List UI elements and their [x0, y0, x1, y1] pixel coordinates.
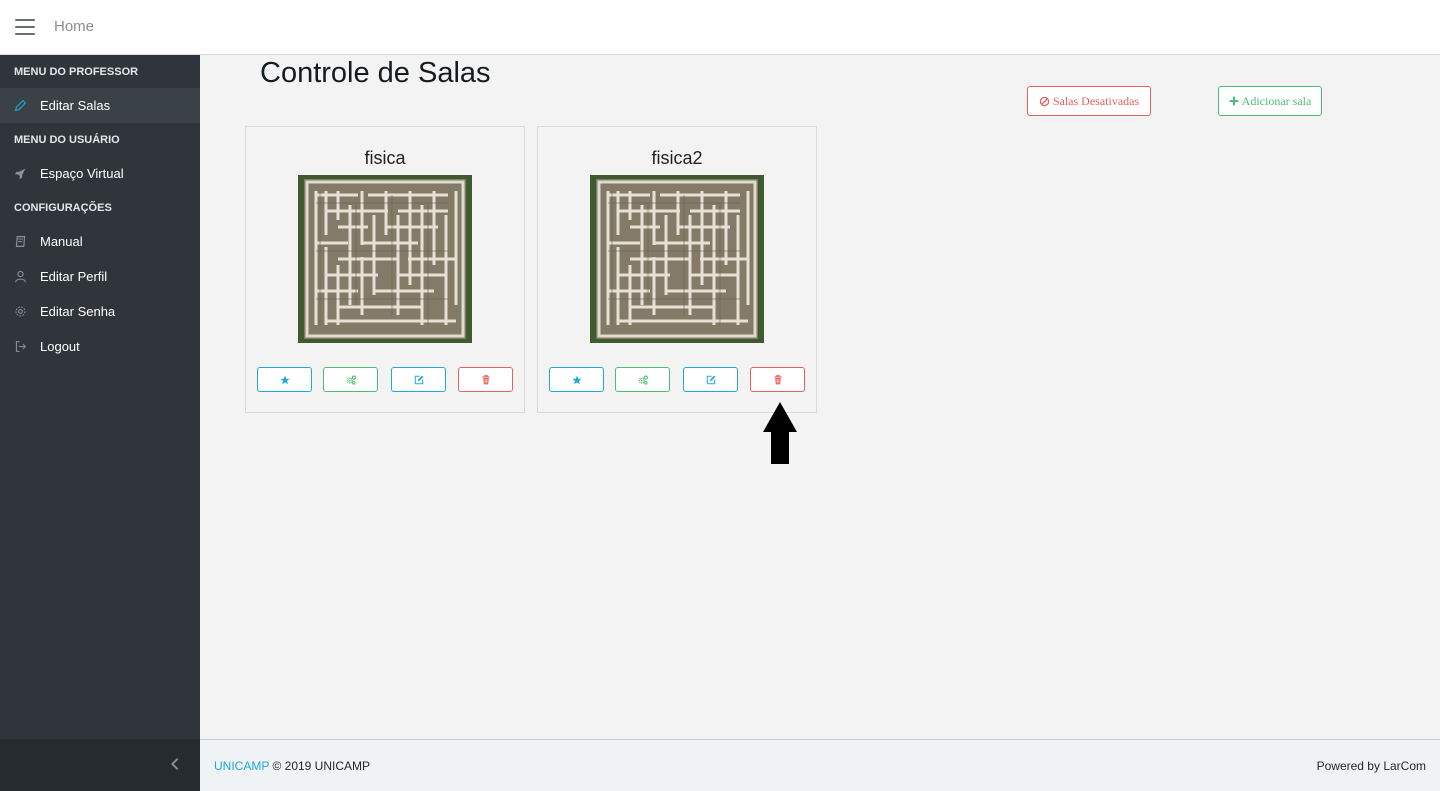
- section-title-professor: MENU DO PROFESSOR: [14, 66, 139, 78]
- room-name: fisica2: [651, 148, 703, 168]
- arrow-up-icon: [763, 402, 797, 464]
- delete-room-button[interactable]: [458, 367, 513, 392]
- book-icon: [14, 235, 40, 248]
- sidebar-item-editar-salas[interactable]: Editar Salas: [0, 88, 200, 123]
- trash-icon: [481, 374, 490, 384]
- edit-room-button[interactable]: [391, 367, 446, 392]
- pencil-icon: [14, 99, 40, 112]
- maze-image: [590, 175, 764, 343]
- adicionar-sala-button[interactable]: Adicionar sala: [1218, 86, 1322, 116]
- maze-image: [298, 175, 472, 343]
- home-link[interactable]: Home: [54, 18, 94, 35]
- copyright-text: © 2019 UNICAMP: [272, 759, 371, 773]
- rocket-icon: [14, 167, 40, 180]
- room-card: fisica: [245, 126, 525, 413]
- sidebar-item-label: Logout: [40, 339, 80, 354]
- sidebar: MENU DO PROFESSOR Editar Salas MENU DO U…: [0, 55, 200, 791]
- star-icon: [279, 375, 290, 384]
- room-name: fisica: [364, 148, 406, 168]
- edit-room-button[interactable]: [683, 367, 738, 392]
- gears-icon: [346, 374, 356, 385]
- sidebar-item-logout[interactable]: Logout: [0, 329, 200, 364]
- edit-icon: [706, 375, 715, 384]
- salas-desativadas-button[interactable]: Salas Desativadas: [1027, 86, 1151, 116]
- sidebar-item-editar-senha[interactable]: Editar Senha: [0, 294, 200, 329]
- sidebar-item-espaco-virtual[interactable]: Espaço Virtual: [0, 156, 200, 191]
- sidebar-footer: [0, 739, 200, 791]
- favorite-room-button[interactable]: [549, 367, 604, 392]
- sidebar-item-label: Espaço Virtual: [40, 166, 124, 181]
- larcom-link[interactable]: LarCom: [1383, 759, 1426, 773]
- adicionar-sala-label: Adicionar sala: [1241, 93, 1312, 108]
- settings-icon: [14, 305, 40, 318]
- sidebar-item-manual[interactable]: Manual: [0, 224, 200, 259]
- logout-icon: [14, 340, 40, 353]
- sidebar-item-label: Editar Senha: [40, 304, 116, 319]
- sidebar-item-editar-perfil[interactable]: Editar Perfil: [0, 259, 200, 294]
- page-title: Controle de Salas: [260, 57, 491, 89]
- section-title-usuario: MENU DO USUÁRIO: [14, 134, 120, 146]
- favorite-room-button[interactable]: [257, 367, 312, 392]
- sidebar-item-label: Manual: [40, 234, 83, 249]
- delete-room-button[interactable]: [750, 367, 805, 392]
- sidebar-item-label: Editar Perfil: [40, 269, 108, 284]
- room-settings-button[interactable]: [323, 367, 378, 392]
- sidebar-item-label: Editar Salas: [40, 98, 111, 113]
- salas-desativadas-label: Salas Desativadas: [1052, 93, 1140, 108]
- powered-by-text: Powered by: [1316, 759, 1380, 773]
- hamburger-menu-icon[interactable]: [15, 19, 35, 35]
- section-title-configuracoes: CONFIGURAÇÕES: [14, 202, 112, 214]
- room-image[interactable]: [298, 175, 472, 343]
- ban-icon: [1039, 96, 1050, 106]
- gears-icon: [638, 374, 648, 385]
- user-icon: [14, 270, 40, 283]
- plus-icon: [1229, 96, 1239, 106]
- room-image[interactable]: [590, 175, 764, 343]
- footer-powered: Powered by LarCom: [1317, 759, 1426, 773]
- app-footer: UNICAMP © 2019 UNICAMP Powered by LarCom: [200, 739, 1440, 791]
- edit-icon: [414, 375, 423, 384]
- footer-copyright: UNICAMP © 2019 UNICAMP: [214, 759, 370, 773]
- room-settings-button[interactable]: [615, 367, 670, 392]
- unicamp-link[interactable]: UNICAMP: [214, 759, 269, 773]
- star-icon: [571, 375, 582, 384]
- room-card: fisica2: [537, 126, 817, 413]
- chevron-left-icon[interactable]: [164, 753, 186, 775]
- app-header: Home: [0, 0, 1440, 55]
- trash-icon: [773, 374, 782, 384]
